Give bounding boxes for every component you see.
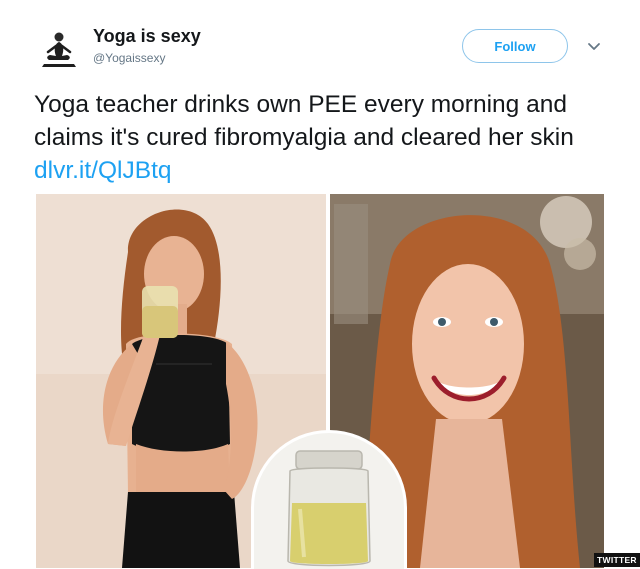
tweet-card: Yoga is sexy @Yogaissexy Follow Yoga tea… — [0, 0, 640, 569]
display-name[interactable]: Yoga is sexy — [93, 26, 201, 47]
tweet-body: Yoga teacher drinks own PEE every mornin… — [34, 91, 574, 151]
more-menu-button[interactable] — [583, 36, 605, 58]
user-handle[interactable]: @Yogaissexy — [93, 51, 165, 65]
chevron-down-icon — [588, 43, 600, 50]
yoga-avatar-icon — [42, 32, 76, 67]
source-credit-badge: TWITTER — [594, 553, 640, 567]
jar-of-urine-inset — [254, 433, 404, 569]
tweet-text: Yoga teacher drinks own PEE every mornin… — [34, 88, 624, 187]
tweet-link[interactable]: dlvr.it/QlJBtq — [34, 157, 172, 184]
follow-button[interactable]: Follow — [462, 29, 568, 63]
profile-avatar[interactable] — [34, 24, 84, 74]
jar-illustration — [254, 433, 404, 569]
